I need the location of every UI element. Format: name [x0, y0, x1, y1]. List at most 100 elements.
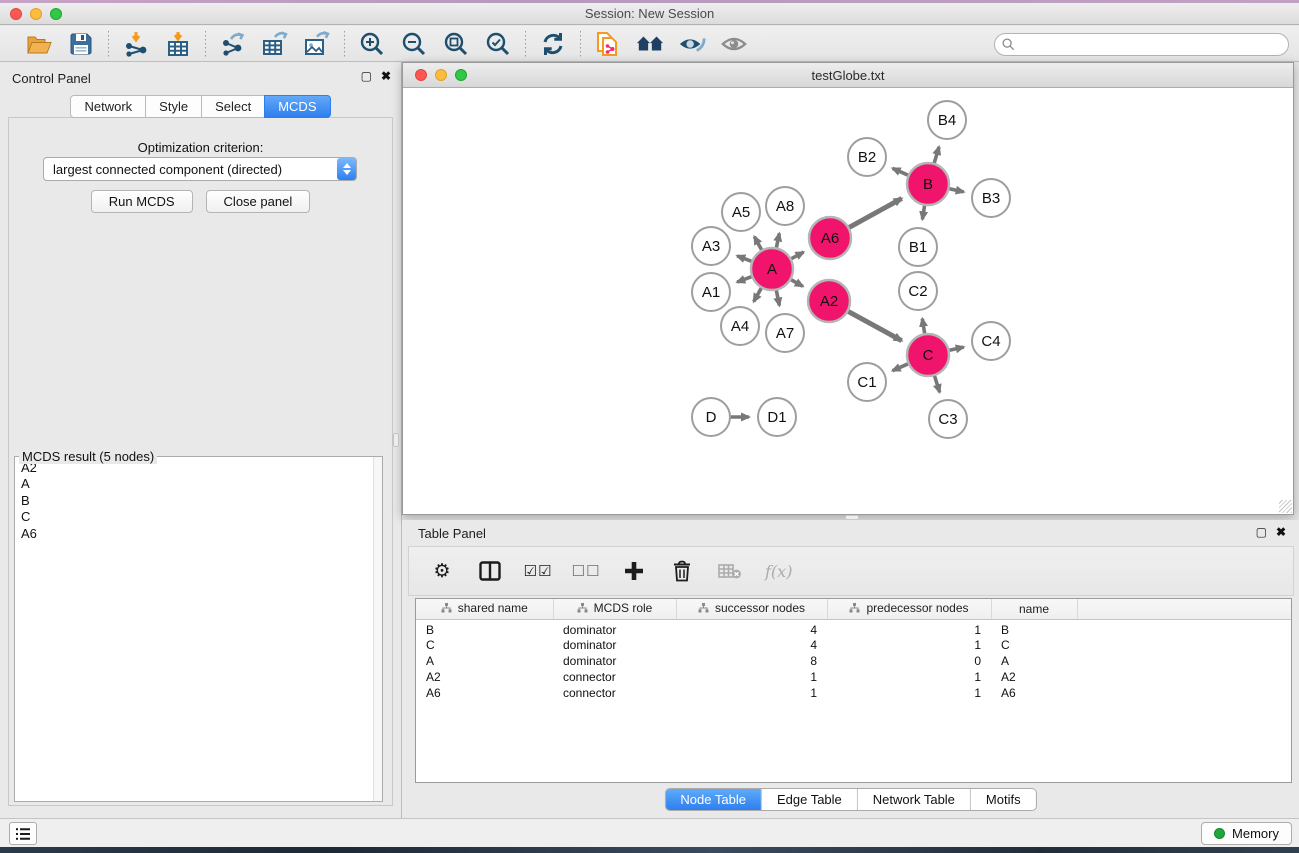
table-row[interactable]: Adominator80A	[416, 653, 1292, 669]
graph-node-A1[interactable]: A1	[692, 273, 730, 311]
graph-node-A6[interactable]: A6	[809, 217, 851, 259]
table-cell[interactable]: 4	[676, 637, 827, 653]
import-table-icon[interactable]	[164, 30, 192, 58]
table-cell[interactable]	[1077, 619, 1292, 637]
table-cell[interactable]: A6	[991, 685, 1077, 701]
table-cell[interactable]: A	[991, 653, 1077, 669]
mcds-result-item[interactable]: B	[15, 493, 382, 509]
table-row[interactable]: A2connector11A2	[416, 669, 1292, 685]
settings-gear-icon[interactable]: ⚙	[429, 558, 455, 584]
export-image-icon[interactable]	[303, 30, 331, 58]
graph-node-C3[interactable]: C3	[929, 400, 967, 438]
graph-node-B1[interactable]: B1	[899, 228, 937, 266]
graph-node-A7[interactable]: A7	[766, 314, 804, 352]
zoom-fit-icon[interactable]	[442, 30, 470, 58]
graph-node-B2[interactable]: B2	[848, 138, 886, 176]
network-canvas[interactable]: B4B2BB3A5A8A6B1A3AC2A1A2A4A7C4CC1DD1C3	[403, 88, 1293, 514]
table-cell[interactable]: connector	[553, 685, 676, 701]
graph-node-A5[interactable]: A5	[722, 193, 760, 231]
graph-node-A8[interactable]: A8	[766, 187, 804, 225]
table-cell[interactable]: C	[416, 637, 553, 653]
table-cell[interactable]: 1	[676, 685, 827, 701]
close-panel-button[interactable]: Close panel	[206, 190, 311, 213]
search-input[interactable]	[994, 33, 1289, 56]
tab-network[interactable]: Network	[70, 95, 146, 118]
table-row[interactable]: Cdominator41C	[416, 637, 1292, 653]
table-cell[interactable]: 1	[827, 685, 991, 701]
zoom-selected-icon[interactable]	[484, 30, 512, 58]
graph-node-B3[interactable]: B3	[972, 179, 1010, 217]
table-cell[interactable]: A2	[416, 669, 553, 685]
table-cell[interactable]	[1077, 685, 1292, 701]
table-cell[interactable]: 1	[827, 619, 991, 637]
optimization-criterion-dropdown[interactable]: largest connected component (directed)	[43, 157, 357, 181]
table-cell[interactable]	[1077, 669, 1292, 685]
table-cell[interactable]: connector	[553, 669, 676, 685]
column-header-successor-nodes[interactable]: successor nodes	[676, 599, 827, 619]
save-session-icon[interactable]	[67, 30, 95, 58]
table-cell[interactable]: dominator	[553, 653, 676, 669]
open-file-icon[interactable]	[25, 30, 53, 58]
node-table-container[interactable]: shared nameMCDS rolesuccessor nodesprede…	[415, 598, 1292, 783]
show-column-panel-icon[interactable]	[477, 558, 503, 584]
table-cell[interactable]: 0	[827, 653, 991, 669]
column-header-shared-name[interactable]: shared name	[416, 599, 553, 619]
tab-node-table[interactable]: Node Table	[665, 789, 761, 810]
mcds-list-scrollbar[interactable]	[373, 457, 382, 801]
float-table-panel-icon[interactable]: ▢	[1256, 526, 1267, 538]
tab-motifs[interactable]: Motifs	[970, 789, 1036, 810]
mcds-result-item[interactable]: A	[15, 476, 382, 492]
memory-button[interactable]: Memory	[1201, 822, 1292, 845]
graph-node-A[interactable]: A	[751, 248, 793, 290]
graph-node-A3[interactable]: A3	[692, 227, 730, 265]
zoom-in-icon[interactable]	[358, 30, 386, 58]
column-header-mcds-role[interactable]: MCDS role	[553, 599, 676, 619]
table-cell[interactable]	[1077, 653, 1292, 669]
run-mcds-button[interactable]: Run MCDS	[91, 190, 193, 213]
export-table-icon[interactable]	[261, 30, 289, 58]
table-cell[interactable]: 1	[827, 637, 991, 653]
column-header-predecessor-nodes[interactable]: predecessor nodes	[827, 599, 991, 619]
close-table-panel-icon[interactable]: ✖	[1276, 526, 1286, 538]
hide-selected-eye-icon[interactable]	[678, 30, 706, 58]
graph-node-C1[interactable]: C1	[848, 363, 886, 401]
table-cell[interactable]: dominator	[553, 619, 676, 637]
table-cell[interactable]: C	[991, 637, 1077, 653]
new-network-from-selection-icon[interactable]	[594, 30, 622, 58]
tab-edge-table[interactable]: Edge Table	[761, 789, 857, 810]
table-cell[interactable]: 1	[676, 669, 827, 685]
graph-node-C4[interactable]: C4	[972, 322, 1010, 360]
graph-node-C[interactable]: C	[907, 334, 949, 376]
graph-node-B4[interactable]: B4	[928, 101, 966, 139]
table-cell[interactable]: B	[416, 619, 553, 637]
graph-node-B[interactable]: B	[907, 163, 949, 205]
zoom-out-icon[interactable]	[400, 30, 428, 58]
table-cell[interactable]	[1077, 637, 1292, 653]
import-network-icon[interactable]	[122, 30, 150, 58]
tab-network-table[interactable]: Network Table	[857, 789, 970, 810]
mcds-result-item[interactable]: C	[15, 509, 382, 525]
graph-node-D[interactable]: D	[692, 398, 730, 436]
table-cell[interactable]: dominator	[553, 637, 676, 653]
vertical-splitter-grip[interactable]	[393, 433, 399, 447]
table-cell[interactable]: 8	[676, 653, 827, 669]
task-history-button[interactable]	[9, 822, 37, 845]
tab-mcds[interactable]: MCDS	[264, 95, 330, 118]
apply-layout-icon[interactable]	[539, 30, 567, 58]
mcds-result-list[interactable]: A2ABCA6	[15, 457, 382, 801]
mcds-result-item[interactable]: A6	[15, 526, 382, 542]
table-cell[interactable]: A6	[416, 685, 553, 701]
select-all-columns-icon[interactable]: ☑☑	[525, 558, 551, 584]
table-row[interactable]: A6connector11A6	[416, 685, 1292, 701]
export-network-icon[interactable]	[219, 30, 247, 58]
table-row[interactable]: Bdominator41B	[416, 619, 1292, 637]
window-resize-grip[interactable]	[1279, 500, 1292, 513]
table-cell[interactable]: B	[991, 619, 1077, 637]
graph-node-A4[interactable]: A4	[721, 307, 759, 345]
tab-select[interactable]: Select	[201, 95, 265, 118]
table-cell[interactable]: A	[416, 653, 553, 669]
table-cell[interactable]: 1	[827, 669, 991, 685]
graph-node-A2[interactable]: A2	[808, 280, 850, 322]
graph-node-C2[interactable]: C2	[899, 272, 937, 310]
delete-column-trash-icon[interactable]	[669, 558, 695, 584]
